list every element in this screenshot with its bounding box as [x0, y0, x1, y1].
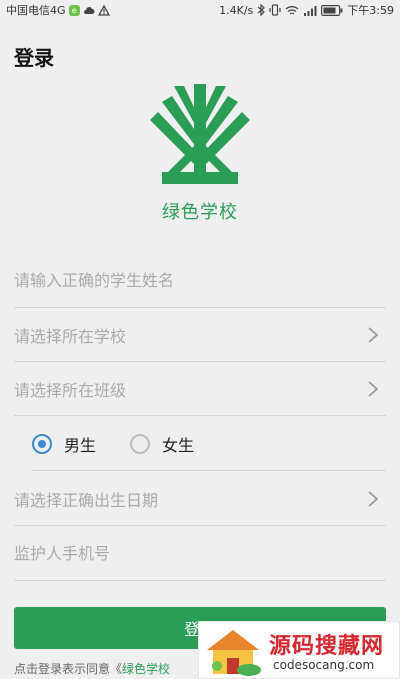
- school-select-row[interactable]: 请选择所在学校: [14, 308, 386, 362]
- agreement-link[interactable]: 绿色学校: [122, 662, 170, 676]
- agreement-prefix: 点击登录表示同意《: [14, 662, 123, 676]
- watermark-title: 源码搜藏网: [269, 634, 385, 659]
- cloud-icon: [83, 7, 95, 14]
- watermark-url: codesocang.com: [273, 658, 375, 672]
- female-radio[interactable]: [130, 433, 151, 454]
- brand-name: 绿色学校: [162, 202, 238, 223]
- watermark-banner: 源码搜藏网 codesocang.com: [198, 621, 400, 679]
- birthday-select-row[interactable]: 请选择正确出生日期: [14, 472, 386, 526]
- school-select[interactable]: 请选择所在学校: [14, 323, 366, 347]
- warning-icon: [97, 4, 110, 16]
- carrier-label: 中国电信4G: [6, 4, 66, 17]
- network-speed: 1.4K/s: [219, 3, 254, 17]
- signal-icon: [304, 5, 317, 16]
- student-name-input[interactable]: [14, 271, 386, 290]
- gender-row: 男生 女生: [32, 417, 386, 471]
- male-label: 男生: [64, 435, 97, 455]
- agreement-text: 点击登录表示同意《绿色学校: [14, 660, 170, 677]
- status-right: 1.4K/s 下午3:59: [219, 2, 394, 18]
- status-bar: 中国电信4G e 1.4K/s 下午3:59: [0, 0, 400, 20]
- class-select-row[interactable]: 请选择所在班级: [14, 362, 386, 416]
- gender-option-female[interactable]: 女生: [130, 432, 194, 456]
- tree-logo-icon: [150, 84, 250, 184]
- class-select[interactable]: 请选择所在班级: [14, 377, 366, 401]
- chevron-right-icon: [368, 380, 379, 397]
- vibrate-icon: [269, 4, 281, 16]
- status-left: 中国电信4G e: [6, 2, 110, 18]
- chevron-right-icon: [368, 326, 379, 343]
- page-title: 登录: [14, 46, 54, 70]
- bluetooth-icon: [257, 4, 266, 16]
- clock: 下午3:59: [347, 4, 394, 17]
- gender-option-male[interactable]: 男生: [32, 432, 96, 456]
- birthday-select[interactable]: 请选择正确出生日期: [14, 487, 366, 511]
- guardian-phone-row: [14, 527, 386, 581]
- female-label: 女生: [162, 435, 195, 455]
- male-radio[interactable]: [32, 433, 52, 454]
- wifi-icon: [285, 5, 299, 15]
- student-name-row: [14, 254, 386, 308]
- carrier-badge-icon: e: [68, 4, 80, 16]
- battery-icon: [321, 4, 343, 16]
- chevron-right-icon: [368, 490, 379, 507]
- house-logo-icon: [207, 630, 261, 676]
- guardian-phone-input[interactable]: [14, 544, 386, 563]
